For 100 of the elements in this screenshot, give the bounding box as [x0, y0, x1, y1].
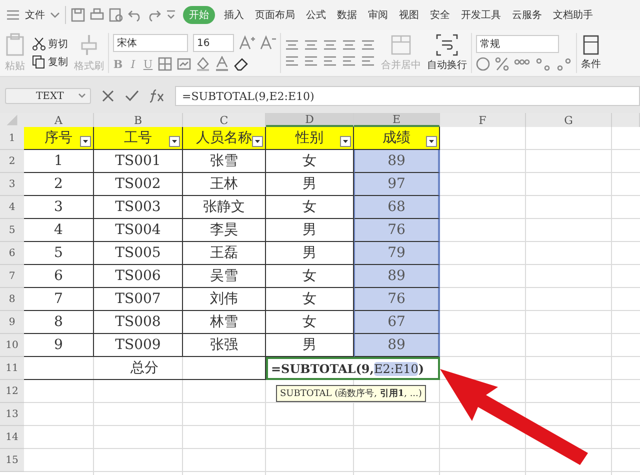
column-header[interactable]: B [94, 113, 183, 127]
table-cell: TS006 [94, 265, 183, 288]
wrap-icon [436, 34, 458, 56]
cut-button[interactable]: 剪切 [32, 37, 68, 51]
filter-dropdown-icon[interactable] [80, 136, 91, 147]
conditional-format-button[interactable]: 条件 [581, 35, 601, 71]
number-format-dropdown[interactable]: 常规 [476, 35, 559, 53]
table-cell: 9 [24, 334, 94, 357]
ribbon-tab[interactable]: 数据 [335, 6, 359, 24]
save-icon[interactable] [71, 8, 85, 22]
font-size-dropdown[interactable]: 16 [193, 34, 234, 52]
fill-color-icon[interactable] [196, 56, 210, 72]
table-cell: TS004 [94, 219, 183, 242]
row-header[interactable]: 7 [0, 265, 24, 288]
table-cell: TS001 [94, 150, 183, 173]
redo-icon[interactable] [147, 8, 161, 22]
table-cell: TS008 [94, 311, 183, 334]
align-right-icon[interactable] [323, 55, 337, 67]
row-header[interactable]: 12 [0, 380, 24, 403]
ribbon-tab[interactable]: 审阅 [366, 6, 390, 24]
shrink-font-icon[interactable] [260, 35, 276, 51]
ribbon-tab[interactable]: 视图 [397, 6, 421, 24]
row-header[interactable]: 14 [0, 426, 24, 449]
table-cell: 刘伟 [183, 288, 266, 311]
ribbon-tab[interactable]: 安全 [428, 6, 452, 24]
align-bottom-icon[interactable] [323, 39, 337, 51]
menu-icon[interactable] [6, 8, 20, 22]
table-cell: 吴雪 [183, 265, 266, 288]
scissors-icon [32, 37, 46, 51]
ribbon-tab[interactable]: 开发工具 [459, 6, 503, 24]
ribbon-tab[interactable]: 插入 [222, 6, 246, 24]
indent-icon[interactable] [342, 39, 356, 51]
row-header[interactable]: 3 [0, 173, 24, 196]
row-header[interactable]: 9 [0, 311, 24, 334]
row-header[interactable]: 2 [0, 150, 24, 173]
justify-icon[interactable] [342, 55, 356, 67]
row-header[interactable]: 13 [0, 403, 24, 426]
row-header[interactable]: 6 [0, 242, 24, 265]
formula-cell[interactable]: =SUBTOTAL(9,E2:E10) [266, 357, 440, 380]
column-header[interactable]: D [266, 113, 354, 127]
cell-style-icon[interactable] [177, 57, 191, 71]
filter-dropdown-icon[interactable] [169, 136, 180, 147]
function-icon[interactable] [149, 88, 165, 104]
row-header[interactable]: 5 [0, 219, 24, 242]
table-cell: 6 [24, 265, 94, 288]
print-icon[interactable] [90, 8, 104, 22]
file-menu[interactable]: 文件 [25, 8, 45, 22]
align-middle-icon[interactable] [304, 39, 318, 51]
font-color-icon[interactable] [215, 56, 229, 72]
column-header[interactable]: E [354, 113, 440, 127]
more-icon[interactable] [166, 10, 176, 20]
ribbon-tab[interactable]: 公式 [304, 6, 328, 24]
name-box[interactable]: TEXT [5, 88, 91, 104]
font-name-dropdown[interactable]: 宋体 [113, 34, 188, 52]
row-header[interactable]: 4 [0, 196, 24, 219]
table-cell: 张雪 [183, 150, 266, 173]
table-cell: TS005 [94, 242, 183, 265]
copy-button[interactable]: 复制 [32, 55, 68, 69]
wrap-text-button[interactable]: 自动换行 [427, 34, 467, 72]
undo-icon[interactable] [128, 8, 142, 22]
align-top-icon[interactable] [285, 39, 299, 51]
grow-font-icon[interactable] [239, 35, 255, 51]
formula-input[interactable]: =SUBTOTAL(9,E2:E10) [175, 86, 640, 106]
preview-icon[interactable] [109, 8, 123, 22]
percent-icon[interactable] [495, 57, 509, 71]
outdent-icon[interactable] [361, 39, 375, 51]
column-header[interactable]: G [526, 113, 612, 127]
row-header[interactable]: 11 [0, 357, 24, 380]
column-header[interactable]: F [440, 113, 526, 127]
currency-icon[interactable] [476, 57, 490, 71]
table-cell: 4 [24, 219, 94, 242]
column-header[interactable]: C [183, 113, 266, 127]
eraser-icon[interactable] [234, 57, 248, 71]
borders-icon[interactable] [158, 57, 172, 71]
confirm-icon[interactable] [125, 89, 139, 103]
table-cell: 79 [354, 242, 440, 265]
table-cell: 王磊 [183, 242, 266, 265]
table-cell: 王林 [183, 173, 266, 196]
row-header[interactable]: 8 [0, 288, 24, 311]
decrease-decimal-icon[interactable] [556, 57, 572, 71]
distribute-icon[interactable] [361, 55, 375, 67]
ribbon-tab[interactable]: 文档助手 [551, 6, 595, 24]
row-header[interactable]: 1 [0, 127, 24, 150]
filter-dropdown-icon[interactable] [340, 136, 351, 147]
caret-icon[interactable] [50, 11, 60, 19]
merge-icon [390, 34, 412, 56]
filter-dropdown-icon[interactable] [252, 136, 263, 147]
cancel-icon[interactable] [101, 89, 115, 103]
filter-dropdown-icon[interactable] [426, 136, 437, 147]
increase-decimal-icon[interactable] [535, 57, 551, 71]
table-cell: 8 [24, 311, 94, 334]
table-cell: 89 [354, 265, 440, 288]
align-center-icon[interactable] [304, 55, 318, 67]
ribbon-tab[interactable]: 页面布局 [253, 6, 297, 24]
ribbon-tab[interactable]: 云服务 [510, 6, 544, 24]
row-header[interactable]: 15 [0, 449, 24, 472]
table-cell: 林雪 [183, 311, 266, 334]
row-header[interactable]: 10 [0, 334, 24, 357]
column-header[interactable]: A [24, 113, 94, 127]
align-left-icon[interactable] [285, 55, 299, 67]
